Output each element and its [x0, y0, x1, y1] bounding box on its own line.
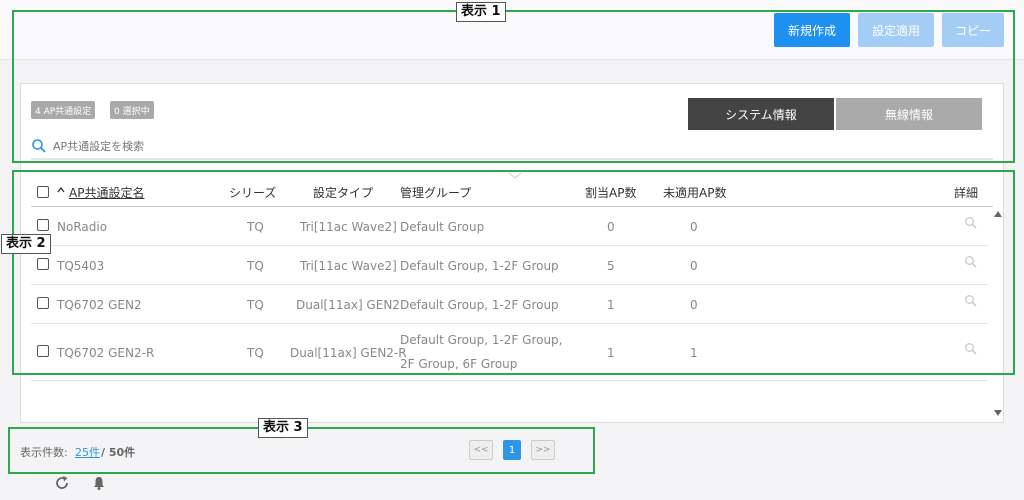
row-checkbox[interactable] [37, 258, 49, 270]
scroll-up-arrow-icon[interactable] [994, 211, 1002, 217]
annotation-label-2: 表示 2 [1, 234, 51, 254]
scroll-down-arrow-icon[interactable] [994, 410, 1002, 416]
total-count: / 50件 [101, 446, 136, 459]
next-page-button[interactable]: >> [531, 440, 555, 460]
row-type: Dual[11ax] GEN2 [296, 298, 400, 312]
annotation-label-1: 表示 1 [456, 2, 506, 22]
row-assigned: 5 [607, 259, 615, 273]
row-type: Tri[11ac Wave2] [300, 259, 397, 273]
table-header: AP共通設定名 シリーズ 設定タイプ 管理グループ 割当AP数 未適用AP数 詳… [31, 176, 993, 207]
row-checkbox[interactable] [37, 345, 49, 357]
row-series: TQ [247, 220, 264, 234]
pagination-footer: 表示件数: 25件 / 50件 << 1 >> [20, 440, 580, 462]
current-page-button[interactable]: 1 [503, 440, 521, 460]
search-input[interactable] [53, 139, 453, 153]
row-series: TQ [247, 346, 264, 360]
apply-settings-button[interactable]: 設定適用 [858, 13, 934, 47]
select-all-checkbox[interactable] [37, 186, 49, 198]
column-header-unapplied: 未適用AP数 [663, 186, 727, 200]
row-checkbox[interactable] [37, 297, 49, 309]
row-group: Default Group, 1-2F Group [400, 259, 559, 273]
table-row[interactable]: TQ5403 TQ Tri[11ac Wave2] Default Group,… [31, 246, 988, 285]
tab-wireless-info[interactable]: 無線情報 [836, 98, 982, 130]
table-row[interactable]: TQ6702 GEN2 TQ Dual[11ax] GEN2 Default G… [31, 285, 988, 324]
column-header-detail: 詳細 [954, 186, 979, 200]
row-series: TQ [247, 298, 264, 312]
column-header-name[interactable]: AP共通設定名 [69, 184, 144, 201]
row-assigned: 1 [607, 346, 615, 360]
detail-search-icon[interactable] [964, 342, 977, 355]
row-type: Dual[11ax] GEN2-R [290, 346, 407, 360]
row-checkbox[interactable] [37, 219, 49, 231]
row-unapplied: 0 [690, 220, 698, 234]
row-group: Default Group, 1-2F Group [400, 298, 559, 312]
column-header-series: シリーズ [229, 186, 277, 200]
detail-search-icon[interactable] [964, 216, 977, 229]
table-row[interactable]: TQ6702 GEN2-R TQ Dual[11ax] GEN2-R Defau… [31, 324, 988, 381]
row-unapplied: 0 [690, 259, 698, 273]
refresh-icon[interactable] [54, 475, 70, 491]
new-button[interactable]: 新規作成 [774, 13, 850, 47]
bell-icon[interactable] [91, 475, 107, 491]
row-type: Tri[11ac Wave2] [300, 220, 397, 234]
row-name: NoRadio [57, 220, 108, 234]
tab-system-info[interactable]: システム情報 [688, 98, 834, 130]
display-count-label: 表示件数: [20, 446, 68, 459]
top-toolbar: 新規作成 設定適用 コピー [0, 0, 1024, 60]
detail-search-icon[interactable] [964, 255, 977, 268]
copy-button[interactable]: コピー [942, 13, 1004, 47]
per-page-link[interactable]: 25件 [75, 444, 100, 460]
row-unapplied: 1 [690, 346, 698, 360]
annotation-label-3: 表示 3 [258, 418, 308, 438]
sort-asc-icon[interactable] [56, 185, 66, 195]
row-name: TQ5403 [57, 259, 105, 273]
ap-settings-panel: 4 AP共通設定 0 選択中 システム情報 無線情報 AP共通設定名 シリーズ … [20, 83, 1004, 423]
row-assigned: 0 [607, 220, 615, 234]
selected-count-badge: 0 選択中 [110, 101, 154, 119]
row-group: Default Group [400, 220, 485, 234]
column-header-group: 管理グループ [400, 186, 472, 200]
detail-search-icon[interactable] [964, 294, 977, 307]
table-scrollbar[interactable] [992, 207, 1004, 423]
row-series: TQ [247, 259, 264, 273]
row-group: Default Group, 1-2F Group, 2F Group, 6F … [400, 333, 563, 371]
row-name: TQ6702 GEN2 [57, 298, 142, 312]
row-assigned: 1 [607, 298, 615, 312]
settings-count-badge: 4 AP共通設定 [31, 101, 96, 119]
row-unapplied: 0 [690, 298, 698, 312]
table-row[interactable]: NoRadio TQ Tri[11ac Wave2] Default Group… [31, 207, 988, 246]
search-icon [32, 139, 46, 153]
column-header-assigned: 割当AP数 [585, 186, 637, 200]
prev-page-button[interactable]: << [469, 440, 493, 460]
row-name: TQ6702 GEN2-R [57, 346, 155, 360]
column-header-type: 設定タイプ [313, 186, 374, 200]
search-bar [31, 134, 993, 160]
